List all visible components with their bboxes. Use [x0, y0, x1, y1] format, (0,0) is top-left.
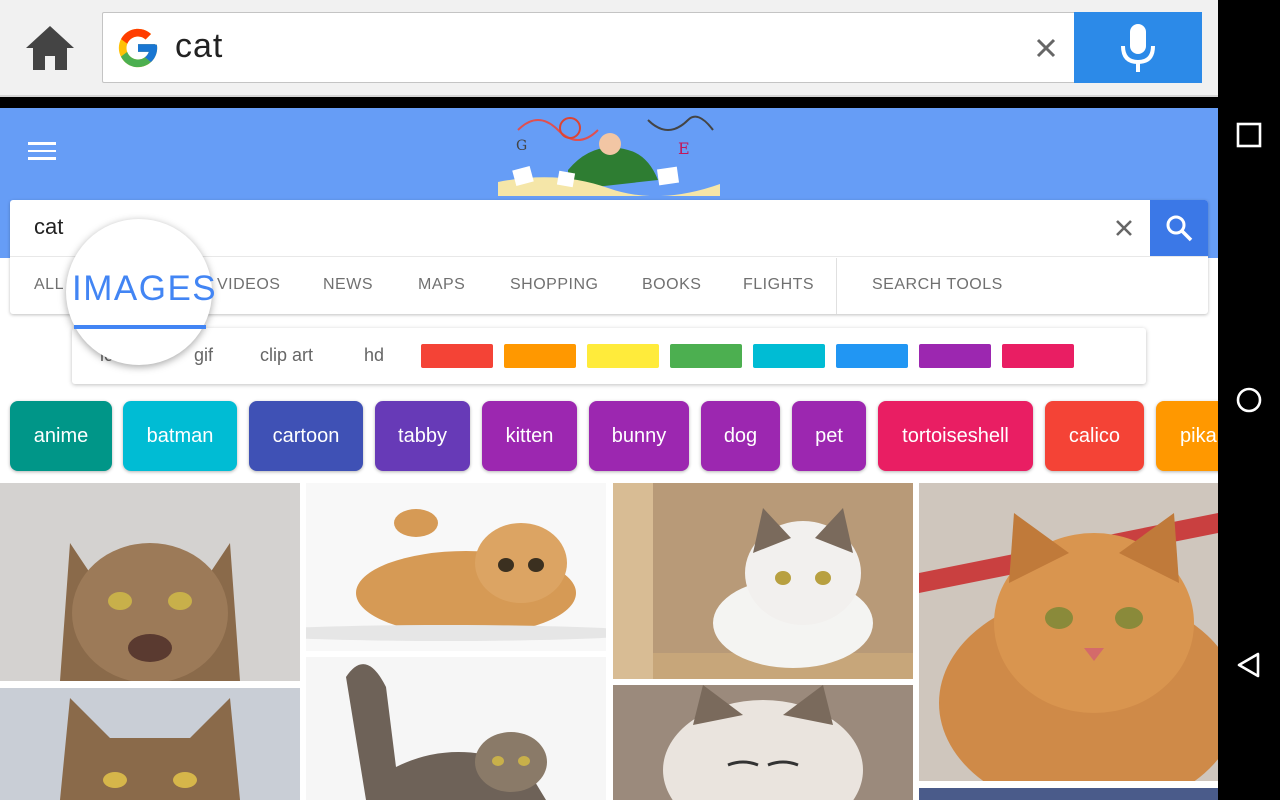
- color-filter-green[interactable]: [670, 344, 742, 368]
- image-result[interactable]: [306, 657, 606, 800]
- cat-photo: [613, 483, 913, 679]
- cat-photo: [0, 483, 300, 681]
- chip-label: dog: [723, 424, 758, 447]
- related-chip-tabby[interactable]: tabby: [375, 401, 470, 471]
- color-filter-orange[interactable]: [504, 344, 576, 368]
- color-filter-pink[interactable]: [1002, 344, 1074, 368]
- cat-photo: [306, 657, 606, 800]
- filter-clip-art[interactable]: clip art: [260, 345, 313, 366]
- related-chip-bunny[interactable]: bunny: [589, 401, 689, 471]
- home-icon: [26, 26, 74, 70]
- tab-news[interactable]: NEWS: [323, 276, 373, 294]
- tab-images[interactable]: IMAGES: [72, 269, 217, 309]
- svg-text:G: G: [516, 138, 527, 154]
- close-icon[interactable]: [1031, 33, 1061, 63]
- image-result[interactable]: [613, 685, 913, 800]
- omnibox-query: cat: [175, 27, 224, 65]
- image-result[interactable]: [0, 688, 300, 800]
- active-tab-indicator: [74, 325, 206, 329]
- home-button[interactable]: [24, 22, 76, 74]
- search-icon: [1166, 215, 1193, 242]
- images-tab-magnifier[interactable]: IMAGES: [66, 219, 216, 365]
- tab-videos[interactable]: VIDEOS: [217, 276, 280, 294]
- tab-all[interactable]: ALL: [34, 276, 64, 294]
- related-chip-pet[interactable]: pet: [792, 401, 866, 471]
- chip-label: cartoon: [272, 424, 340, 447]
- kitten-photo: [306, 483, 606, 651]
- image-result[interactable]: [613, 483, 913, 679]
- chip-label: pika: [1180, 424, 1217, 447]
- related-chip-cartoon[interactable]: cartoon: [249, 401, 363, 471]
- cat-photo: [613, 685, 913, 800]
- chip-label: batman: [146, 424, 214, 447]
- voice-search-button[interactable]: [1074, 12, 1202, 83]
- chip-label: pet: [815, 424, 843, 447]
- svg-text:E: E: [678, 139, 690, 158]
- omnibox[interactable]: cat: [102, 12, 1202, 83]
- color-filter-teal[interactable]: [753, 344, 825, 368]
- tab-maps[interactable]: MAPS: [418, 276, 465, 294]
- related-chip-calico[interactable]: calico: [1045, 401, 1144, 471]
- image-result[interactable]: [919, 483, 1218, 781]
- filter-gif[interactable]: gif: [194, 345, 213, 366]
- related-chip-pika[interactable]: pika: [1156, 401, 1218, 471]
- color-filter-yellow[interactable]: [587, 344, 659, 368]
- related-chip-kitten[interactable]: kitten: [482, 401, 577, 471]
- back-icon[interactable]: [1234, 650, 1264, 680]
- image-result[interactable]: [306, 483, 606, 651]
- color-filter-blue[interactable]: [836, 344, 908, 368]
- related-chip-anime[interactable]: anime: [10, 401, 112, 471]
- chip-label: tabby: [398, 424, 447, 447]
- tab-books[interactable]: BOOKS: [642, 276, 701, 294]
- system-navigation-bar: [1218, 0, 1280, 800]
- chip-label: anime: [33, 424, 89, 447]
- recents-icon[interactable]: [1234, 120, 1264, 150]
- search-button[interactable]: [1150, 200, 1208, 256]
- tab-search-tools[interactable]: SEARCH TOOLS: [872, 276, 1003, 294]
- tab-shopping[interactable]: SHOPPING: [510, 276, 598, 294]
- cat-photo: [919, 483, 1218, 781]
- microphone-icon: [1121, 23, 1155, 72]
- related-chip-dog[interactable]: dog: [701, 401, 780, 471]
- chip-label: calico: [1068, 424, 1121, 447]
- related-chip-batman[interactable]: batman: [123, 401, 237, 471]
- related-chip-tortoiseshell[interactable]: tortoiseshell: [878, 401, 1033, 471]
- color-filter-purple[interactable]: [919, 344, 991, 368]
- chip-label: tortoiseshell: [902, 424, 1009, 447]
- tab-flights[interactable]: FLIGHTS: [743, 276, 814, 294]
- google-g-icon: [118, 28, 158, 68]
- web-page: E G cat ALL VIDEOS NEWS MAPS SHOPPING BO…: [0, 108, 1218, 800]
- browser-toolbar: cat: [0, 0, 1218, 97]
- google-doodle[interactable]: E G: [498, 110, 720, 196]
- image-result[interactable]: [919, 788, 1218, 800]
- cat-photo: [0, 688, 300, 800]
- image-filter-bar: ic gif clip art hd: [72, 328, 1146, 384]
- home-circle-icon[interactable]: [1234, 385, 1264, 415]
- divider: [836, 258, 837, 314]
- hamburger-menu-icon[interactable]: [28, 142, 56, 162]
- chip-label: kitten: [505, 424, 554, 447]
- color-filter-red[interactable]: [421, 344, 493, 368]
- image-result[interactable]: [0, 483, 300, 681]
- filter-hd[interactable]: hd: [364, 345, 384, 366]
- close-icon[interactable]: [1110, 214, 1138, 242]
- search-input[interactable]: cat: [34, 214, 63, 240]
- chip-label: bunny: [611, 424, 667, 447]
